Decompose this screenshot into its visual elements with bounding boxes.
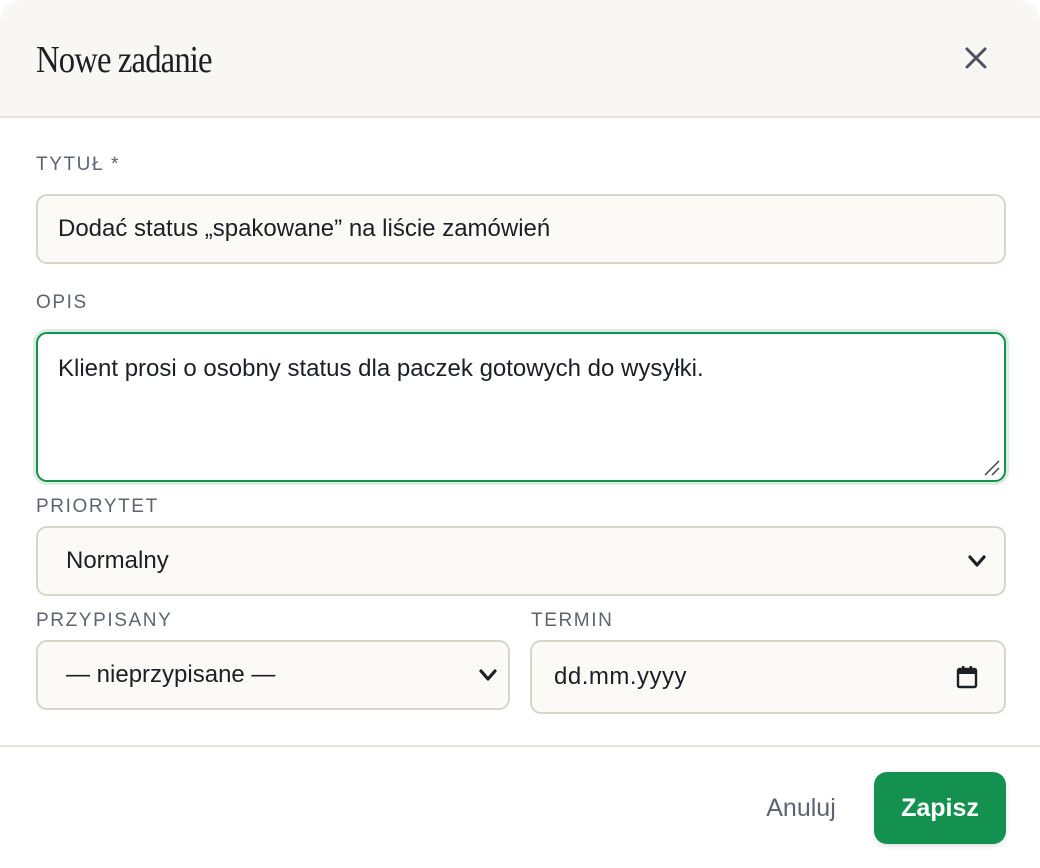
dialog-header: Nowe zadanie	[0, 0, 1040, 118]
close-button[interactable]	[956, 38, 996, 78]
priority-select-value: Normalny	[66, 547, 169, 574]
due-date-placeholder: dd.mm.yyyy	[554, 663, 688, 690]
due-date-input[interactable]: dd.mm.yyyy	[530, 640, 1006, 714]
assignee-select-value: — nieprzypisane —	[66, 661, 276, 688]
resize-grip-icon[interactable]	[981, 457, 1001, 477]
priority-label: PRIORYTET	[36, 496, 159, 517]
chevron-down-icon	[479, 669, 497, 681]
description-label: OPIS	[36, 292, 88, 313]
new-task-dialog: Nowe zadanie TYTUŁ * Dodać status „spako…	[0, 0, 1040, 868]
title-input[interactable]: Dodać status „spakowane” na liście zamów…	[36, 194, 1006, 264]
assignee-label: PRZYPISANY	[36, 610, 173, 631]
title-label: TYTUŁ *	[36, 154, 121, 175]
footer-divider	[0, 745, 1040, 747]
description-value: Klient prosi o osobny status dla paczek …	[58, 355, 704, 382]
title-input-value: Dodać status „spakowane” na liście zamów…	[58, 215, 551, 242]
close-icon	[965, 47, 987, 69]
due-date-label: TERMIN	[531, 610, 614, 631]
calendar-icon[interactable]	[956, 665, 978, 689]
save-button[interactable]: Zapisz	[874, 772, 1006, 844]
dialog-title: Nowe zadanie	[36, 39, 213, 81]
description-textarea[interactable]: Klient prosi o osobny status dla paczek …	[36, 332, 1006, 482]
chevron-down-icon	[968, 555, 986, 567]
assignee-select[interactable]: — nieprzypisane —	[36, 640, 510, 710]
priority-select[interactable]: Normalny	[36, 526, 1006, 596]
cancel-button[interactable]: Anuluj	[748, 780, 854, 836]
